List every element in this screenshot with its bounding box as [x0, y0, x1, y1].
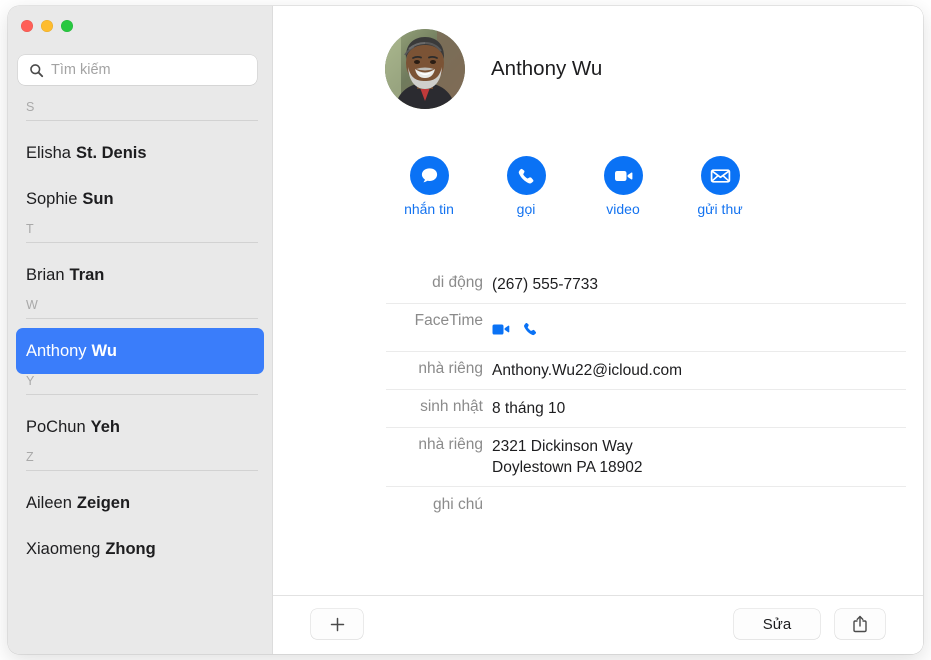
- minimize-button[interactable]: [41, 20, 53, 32]
- contact-last-name: Zeigen: [76, 493, 131, 512]
- contacts-app-window: SElishaSt. DenisSophieSunTBrianTranWAnth…: [0, 0, 931, 660]
- contact-first-name: Elisha: [26, 143, 71, 162]
- edit-button[interactable]: Sửa: [734, 609, 820, 639]
- contact-first-name: Aileen: [26, 493, 72, 512]
- field-value: 2321 Dickinson Way Doylestown PA 18902: [492, 428, 906, 486]
- contact-last-name: Zhong: [105, 539, 156, 558]
- action-label: gọi: [516, 201, 536, 217]
- field-row: ghi chú: [386, 487, 906, 524]
- divider: [26, 470, 258, 471]
- list-item[interactable]: PoChun Yeh: [16, 404, 264, 450]
- window-controls: [21, 20, 73, 32]
- contact-photo: [385, 29, 465, 109]
- search-field[interactable]: [18, 55, 257, 85]
- address-line-2: Doylestown PA 18902: [492, 459, 643, 476]
- plus-icon: [330, 617, 344, 631]
- group-letter: W: [26, 298, 38, 312]
- field-label: di động: [432, 274, 483, 291]
- group-letter: Z: [26, 450, 34, 464]
- field-value: [492, 304, 906, 351]
- contact-group-header: W: [26, 298, 258, 328]
- contact-first-name: Brian: [26, 265, 65, 284]
- bottom-toolbar: Sửa: [273, 595, 923, 654]
- list-item[interactable]: Brian Tran: [16, 252, 264, 298]
- list-item[interactable]: Xiaomeng Zhong: [16, 526, 264, 572]
- contact-first-name: Anthony: [26, 341, 87, 360]
- divider: [26, 242, 258, 243]
- list-item[interactable]: Elisha St. Denis: [16, 130, 264, 176]
- contact-fields: di động (267) 555-7733 FaceTime nhà riêng An…: [386, 266, 906, 524]
- contact-header: Anthony Wu: [385, 29, 602, 109]
- group-letter: S: [26, 100, 35, 114]
- field-row: di động (267) 555-7733: [386, 266, 906, 304]
- contact-list[interactable]: S Elisha St. Denis Sophie Sun T Brian Tran W Anth…: [8, 100, 272, 654]
- contact-first-name: PoChun: [26, 417, 86, 436]
- zoom-button[interactable]: [61, 20, 73, 32]
- share-button[interactable]: [835, 609, 885, 639]
- add-contact-button[interactable]: [311, 609, 363, 639]
- field-value[interactable]: Anthony.Wu22@icloud.com: [492, 352, 906, 389]
- action-label: video: [606, 201, 640, 217]
- field-value: [492, 487, 906, 524]
- group-letter: Y: [26, 374, 35, 388]
- action-message[interactable]: nhắn tin: [404, 156, 454, 217]
- field-label: nhà riêng: [418, 436, 483, 453]
- action-label: gửi thư: [697, 201, 743, 217]
- contact-group-header: Y: [26, 374, 258, 404]
- phone-icon: [506, 156, 546, 195]
- facetime-video-icon[interactable]: [492, 323, 511, 336]
- message-icon: [409, 156, 449, 195]
- divider: [26, 318, 258, 319]
- share-icon: [853, 615, 867, 633]
- avatar[interactable]: [385, 29, 465, 109]
- facetime-phone-icon[interactable]: [522, 321, 538, 337]
- action-video[interactable]: video: [598, 156, 648, 217]
- field-row: FaceTime: [386, 304, 906, 352]
- page-title: Anthony Wu: [491, 57, 603, 80]
- action-phone[interactable]: gọi: [501, 156, 551, 217]
- list-item[interactable]: Anthony Wu: [16, 328, 264, 374]
- field-label: sinh nhật: [420, 398, 483, 415]
- contact-group-header: T: [26, 222, 258, 252]
- contact-first-name: Sophie: [26, 189, 78, 208]
- divider: [26, 120, 258, 121]
- field-label: ghi chú: [433, 496, 483, 513]
- contact-last-name: Yeh: [90, 417, 120, 436]
- quick-actions: nhắn tin gọi video gửi thư: [404, 156, 745, 217]
- contact-group-header: Z: [26, 450, 258, 480]
- divider: [26, 394, 258, 395]
- action-label: nhắn tin: [404, 201, 454, 217]
- app-window: SElishaSt. DenisSophieSunTBrianTranWAnth…: [8, 6, 923, 654]
- sidebar: SElishaSt. DenisSophieSunTBrianTranWAnth…: [8, 6, 272, 654]
- close-button[interactable]: [21, 20, 33, 32]
- list-item[interactable]: Sophie Sun: [16, 176, 264, 222]
- contact-last-name: St. Denis: [75, 143, 147, 162]
- video-icon: [603, 156, 643, 195]
- contact-first-name: Xiaomeng: [26, 539, 101, 558]
- contact-last-name: Sun: [82, 189, 114, 208]
- mail-icon: [700, 156, 740, 195]
- field-row: nhà riêng 2321 Dickinson Way Doylestown PA…: [386, 428, 906, 487]
- contact-group-header: S: [26, 100, 258, 130]
- search-input[interactable]: [51, 62, 249, 78]
- field-value[interactable]: 8 tháng 10: [492, 390, 906, 427]
- search-icon: [30, 63, 44, 77]
- list-item[interactable]: Aileen Zeigen: [16, 480, 264, 526]
- field-label: FaceTime: [414, 312, 483, 329]
- field-row: nhà riêng Anthony.Wu22@icloud.com: [386, 352, 906, 390]
- address-line-1: 2321 Dickinson Way: [492, 438, 633, 455]
- group-letter: T: [26, 222, 34, 236]
- field-row: sinh nhật 8 tháng 10: [386, 390, 906, 428]
- field-label: nhà riêng: [418, 360, 483, 377]
- contact-last-name: Tran: [69, 265, 105, 284]
- facetime-icons: [492, 312, 906, 343]
- contact-detail-pane: Anthony Wu nhắn tin gọi video gửi thư di độ…: [272, 6, 923, 654]
- contact-last-name: Wu: [91, 341, 117, 360]
- field-value[interactable]: (267) 555-7733: [492, 266, 906, 303]
- action-mail[interactable]: gửi thư: [695, 156, 745, 217]
